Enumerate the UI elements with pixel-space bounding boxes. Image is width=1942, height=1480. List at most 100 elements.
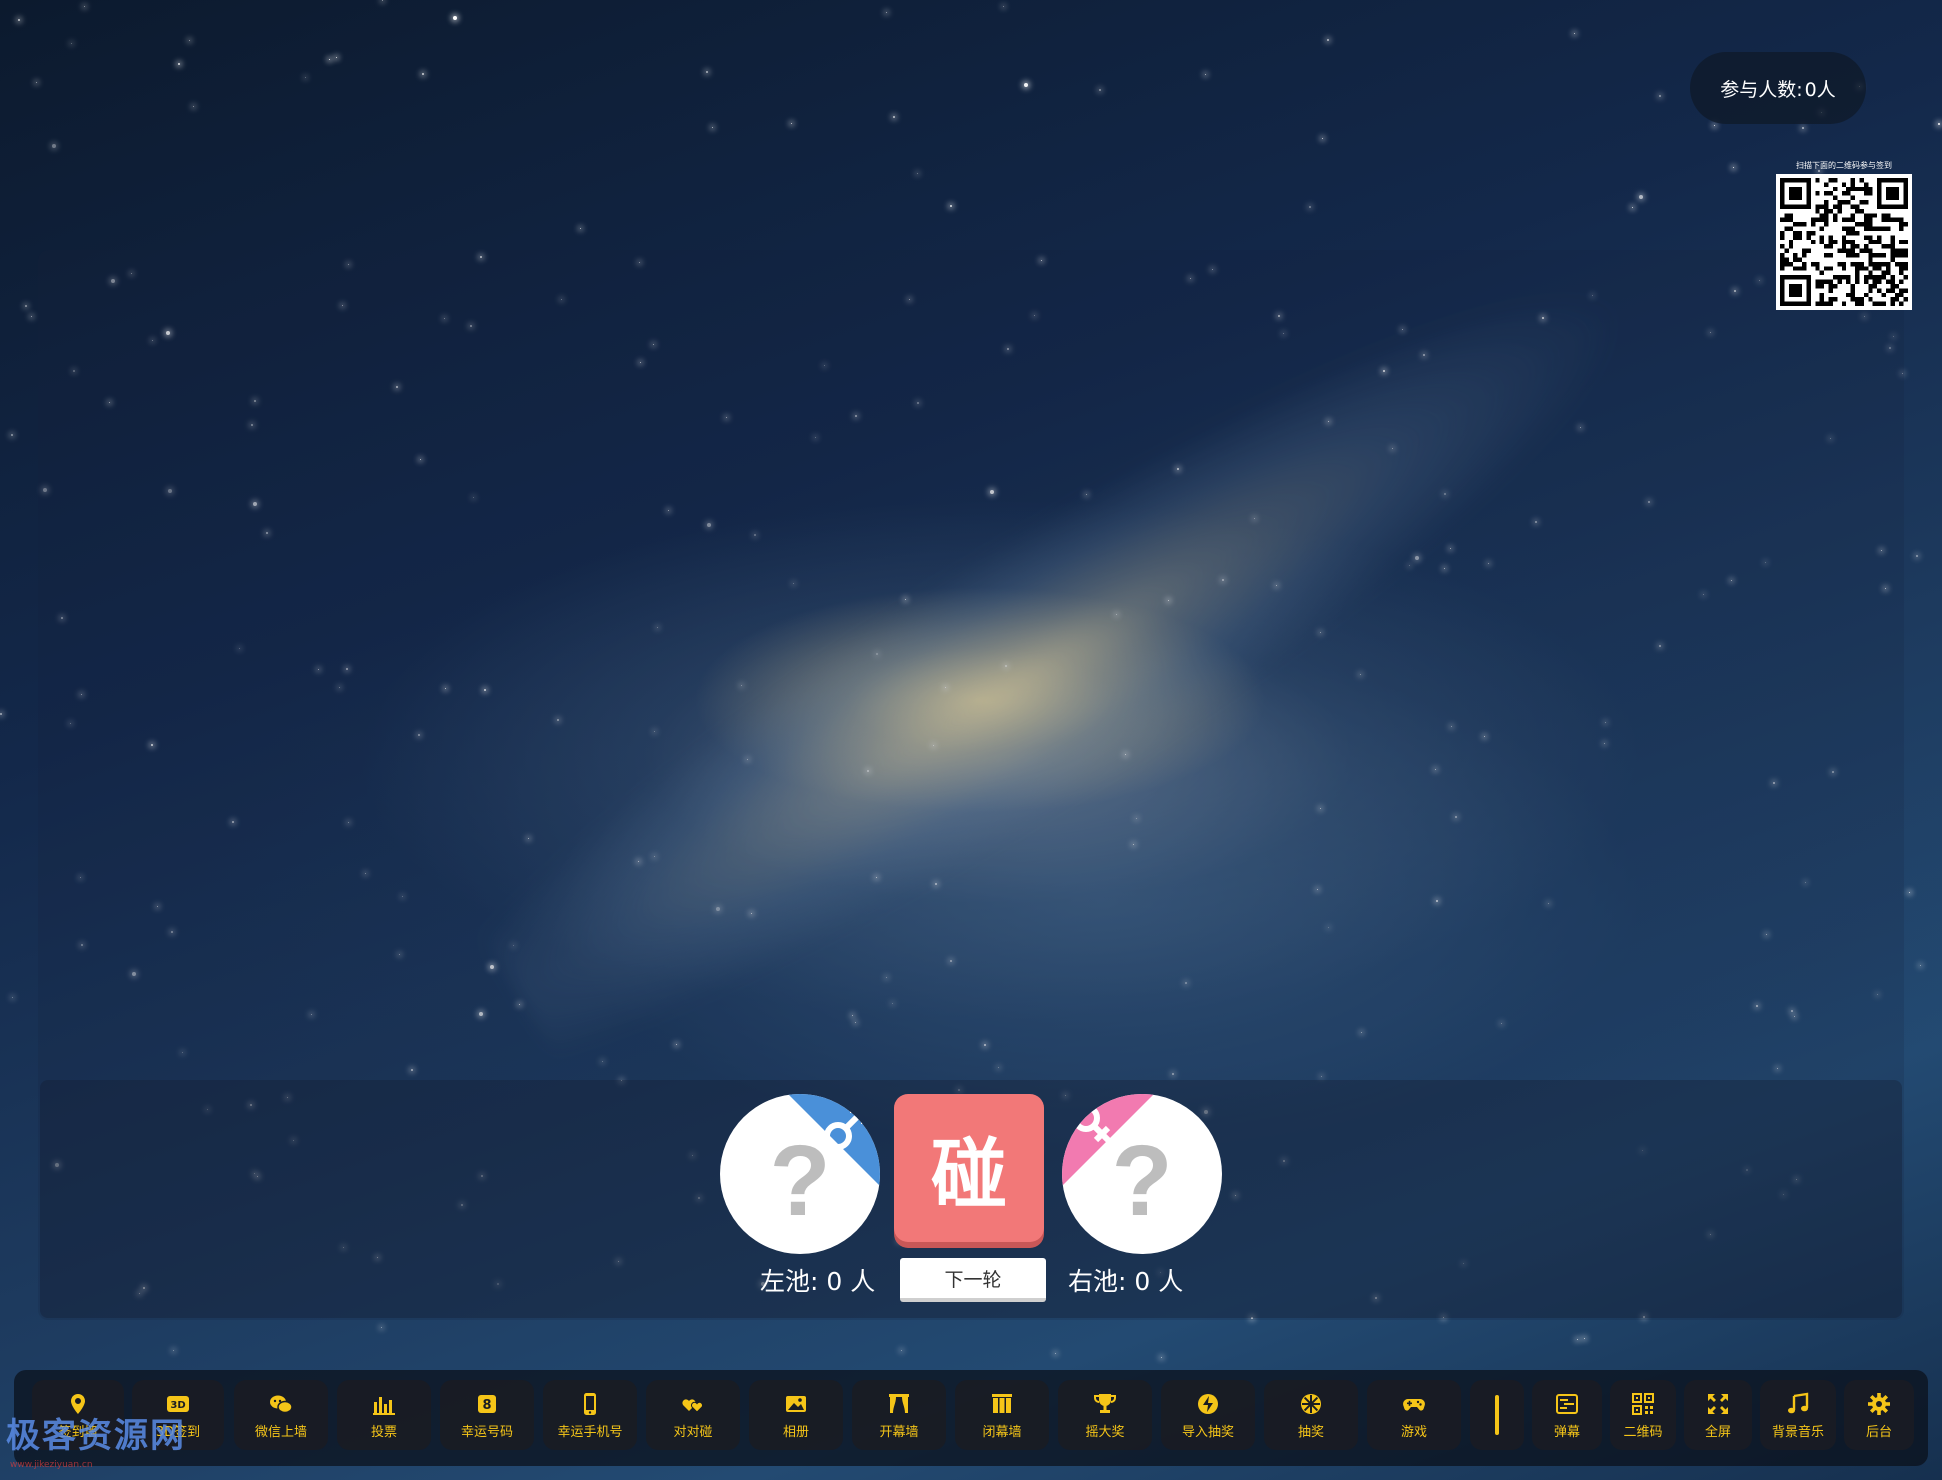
left-pool-label-text: 左池:	[760, 1267, 819, 1296]
participant-count-value: 0人	[1804, 78, 1836, 101]
right-pool-count: 右池: 0 人	[1068, 1262, 1183, 1298]
left-pool-count-value: 0	[826, 1267, 843, 1296]
star	[1205, 74, 1206, 75]
toolbar-button-curtain-open[interactable]: 开幕墙	[852, 1380, 946, 1450]
male-icon	[788, 1094, 880, 1186]
star	[1003, 6, 1004, 7]
wechat-icon	[268, 1391, 294, 1417]
toolbar-button-map-pin[interactable]: 签到墙	[32, 1380, 124, 1450]
star	[193, 106, 194, 107]
fullscreen-icon	[1705, 1391, 1731, 1417]
toolbar-button-bar-chart[interactable]: 投票	[337, 1380, 431, 1450]
star	[36, 82, 37, 83]
lucky-number-icon: 8	[474, 1391, 500, 1417]
toolbar-button-trophy[interactable]: 摇大奖	[1058, 1380, 1152, 1450]
star	[886, 12, 887, 13]
next-round-button[interactable]: 下一轮	[900, 1258, 1046, 1302]
bar-chart-icon	[371, 1391, 397, 1417]
gamepad-icon	[1401, 1391, 1427, 1417]
toolbar-button-label: 对对碰	[673, 1424, 713, 1440]
danmaku-icon	[1554, 1391, 1580, 1417]
toolbar-button-label: 闭幕墙	[982, 1424, 1022, 1440]
toolbar-button-label: 投票	[370, 1424, 397, 1440]
female-icon	[1062, 1094, 1154, 1186]
toolbar-button-image[interactable]: 相册	[749, 1380, 843, 1450]
toolbar-button-danmaku[interactable]: 弹幕	[1532, 1380, 1602, 1450]
star	[893, 116, 895, 118]
checkin-qr-block: 扫描下面的二维码参与签到	[1776, 160, 1912, 310]
toolbar-button-label: 弹幕	[1553, 1424, 1580, 1440]
event-screen: 参与人数: 0人 扫描下面的二维码参与签到 ? 碰 ? 左池: 0 人 下一轮 …	[0, 0, 1942, 1480]
star	[189, 40, 190, 41]
toolbar-button-label: 3D签到	[155, 1424, 201, 1440]
participant-count-badge: 参与人数: 0人	[1690, 52, 1866, 124]
star	[1920, 965, 1921, 966]
toolbar-button-label: 幸运手机号	[557, 1424, 623, 1440]
bottom-toolbar: 签到墙 3D 3D签到 微信上墙 投票 8 幸运号码 幸运手机号 对对碰 相册 开幕墙 闭幕墙 摇大奖 导…	[14, 1370, 1928, 1466]
star	[1327, 39, 1329, 41]
music-icon	[1785, 1391, 1811, 1417]
toolbar-button-label: 全屏	[1704, 1424, 1731, 1440]
star	[580, 228, 581, 229]
star	[11, 434, 13, 436]
phone-icon	[577, 1391, 603, 1417]
star	[1938, 123, 1940, 125]
toolbar-button-phone[interactable]: 幸运手机号	[543, 1380, 637, 1450]
star	[791, 123, 792, 124]
toolbar-button-gear[interactable]: 后台	[1844, 1380, 1914, 1450]
star	[1574, 33, 1575, 34]
gear-icon	[1866, 1391, 1892, 1417]
qr-caption: 扫描下面的二维码参与签到	[1796, 161, 1892, 170]
star	[1099, 89, 1101, 91]
toolbar-button-wechat[interactable]: 微信上墙	[234, 1380, 328, 1450]
toolbar-button-hearts[interactable]: 对对碰	[646, 1380, 740, 1450]
left-pool-unit: 人	[850, 1267, 876, 1296]
toolbar-button-lucky-number[interactable]: 8 幸运号码	[440, 1380, 534, 1450]
star	[382, 0, 383, 1]
toolbar-button-label: 幸运号码	[460, 1424, 513, 1440]
toolbar-button-label: 签到墙	[58, 1424, 98, 1440]
toolbar-button-curtain-close[interactable]: 闭幕墙	[955, 1380, 1049, 1450]
toolbar-button-separator-bar[interactable]	[1470, 1380, 1524, 1450]
star	[1055, 1353, 1056, 1354]
bump-button[interactable]: 碰	[894, 1094, 1044, 1242]
star	[950, 205, 952, 207]
3d-icon: 3D	[165, 1391, 191, 1417]
star	[1584, 1338, 1585, 1339]
toolbar-button-label: 后台	[1865, 1424, 1892, 1440]
star	[52, 144, 56, 148]
toolbar-button-qrcode[interactable]: 二维码	[1610, 1380, 1676, 1450]
star	[1322, 138, 1323, 139]
toolbar-button-label: 导入抽奖	[1181, 1424, 1234, 1440]
left-pool-count: 左池: 0 人	[760, 1262, 875, 1298]
toolbar-button-import-lottery[interactable]: 导入抽奖	[1161, 1380, 1255, 1450]
star	[1659, 95, 1661, 97]
star	[1024, 83, 1028, 87]
import-lottery-icon	[1195, 1391, 1221, 1417]
star	[173, 1350, 174, 1351]
lottery-wheel-icon	[1298, 1391, 1324, 1417]
toolbar-button-label: 背景音乐	[1771, 1424, 1824, 1440]
qrcode-icon	[1630, 1391, 1656, 1417]
toolbar-button-label: 摇大奖	[1085, 1424, 1125, 1440]
toolbar-button-music[interactable]: 背景音乐	[1760, 1380, 1836, 1450]
toolbar-button-3d[interactable]: 3D 3D签到	[132, 1380, 224, 1450]
right-pool-avatar: ?	[1062, 1094, 1222, 1254]
star	[453, 16, 457, 20]
toolbar-button-lottery-wheel[interactable]: 抽奖	[1264, 1380, 1358, 1450]
star	[1909, 892, 1910, 893]
toolbar-button-label: 游戏	[1400, 1424, 1427, 1440]
qr-code-image	[1780, 178, 1908, 306]
right-pool-unit: 人	[1158, 1267, 1184, 1296]
star	[381, 1327, 382, 1328]
toolbar-button-fullscreen[interactable]: 全屏	[1684, 1380, 1752, 1450]
toolbar-button-label: 开幕墙	[879, 1424, 919, 1440]
star	[422, 73, 424, 75]
star	[901, 1350, 902, 1351]
svg-text:3D: 3D	[170, 1400, 185, 1411]
toolbar-button-gamepad[interactable]: 游戏	[1367, 1380, 1461, 1450]
toolbar-button-label: 二维码	[1623, 1424, 1663, 1440]
toolbar-button-label: 相册	[782, 1424, 809, 1440]
left-pool-avatar: ?	[720, 1094, 880, 1254]
star	[25, 305, 27, 307]
